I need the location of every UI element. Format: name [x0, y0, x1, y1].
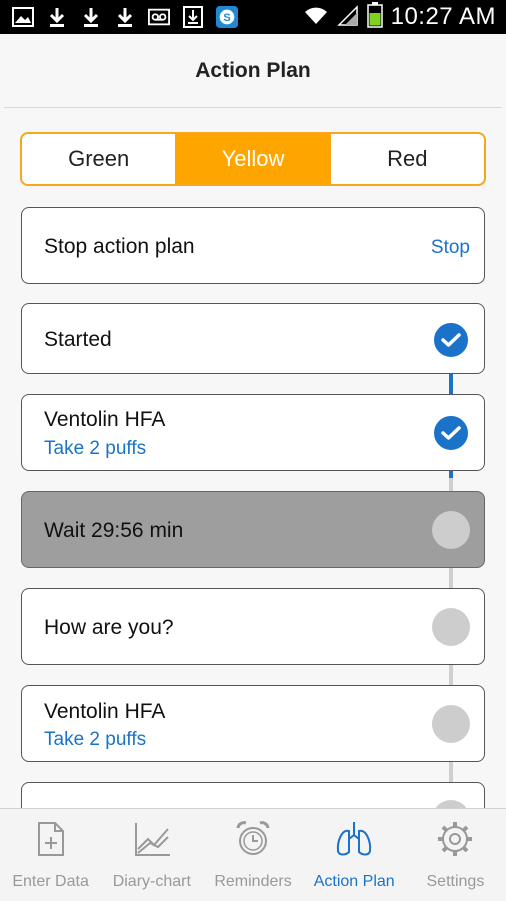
page-title: Action Plan	[195, 59, 311, 82]
timeline-node	[432, 705, 470, 743]
timeline-node	[432, 608, 470, 646]
check-icon	[432, 414, 470, 452]
step-title: Started	[44, 328, 112, 351]
step-subtitle: Take 2 puffs	[44, 729, 147, 750]
tab-label: Settings	[426, 873, 485, 890]
notification-icons: S	[12, 6, 238, 28]
header-divider	[4, 107, 502, 108]
tab-settings[interactable]: Settings	[405, 809, 506, 901]
step-subtitle: Take 2 puffs	[44, 438, 147, 459]
stop-action-plan-card: Stop action plan Stop	[21, 207, 485, 284]
download-box-icon	[182, 6, 204, 28]
status-bar: S 10:27 AM	[0, 0, 506, 34]
tab-reminders[interactable]: Reminders	[202, 809, 303, 901]
bottom-navigation: Enter Data Diary-chart Reminders Action …	[0, 808, 506, 901]
stop-button[interactable]: Stop	[431, 237, 470, 259]
voicemail-icon	[148, 6, 170, 28]
tab-label: Enter Data	[12, 873, 89, 890]
download-icon	[114, 6, 136, 28]
step-card[interactable]: Ventolin HFA Take 2 puffs	[21, 394, 485, 471]
clock-time: 10:27 AM	[390, 3, 496, 30]
battery-icon	[366, 1, 383, 33]
step-card[interactable]: How are you?	[21, 588, 485, 665]
step-card[interactable]: Started	[21, 303, 485, 374]
wait-timer: Wait 29:56 min	[44, 519, 184, 542]
gear-icon	[435, 819, 475, 859]
zone-yellow-tab[interactable]: Yellow	[175, 134, 330, 184]
step-card[interactable]: Ventolin HFA Take 2 puffs	[21, 685, 485, 762]
zone-green-tab[interactable]: Green	[22, 134, 175, 184]
stop-card-label: Stop action plan	[44, 235, 195, 258]
tab-label: Diary-chart	[112, 873, 191, 890]
tab-label: Reminders	[214, 873, 292, 890]
zone-selector: Green Yellow Red	[20, 132, 486, 186]
tab-action-plan[interactable]: Action Plan	[304, 809, 405, 901]
step-title: How are you?	[44, 616, 174, 639]
download-icon	[46, 6, 68, 28]
signal-icon	[336, 4, 359, 31]
alarm-clock-icon	[233, 819, 273, 859]
lungs-icon	[334, 819, 374, 859]
step-card-current[interactable]: Wait 29:56 min	[21, 491, 485, 568]
svg-text:S: S	[223, 12, 230, 24]
download-icon	[80, 6, 102, 28]
tab-diary-chart[interactable]: Diary-chart	[101, 809, 202, 901]
step-title: Ventolin HFA	[44, 408, 166, 431]
zone-red-tab[interactable]: Red	[329, 134, 484, 184]
tab-enter-data[interactable]: Enter Data	[0, 809, 101, 901]
wifi-icon	[303, 5, 329, 30]
check-icon	[432, 321, 470, 359]
tab-label: Action Plan	[313, 873, 395, 890]
app-header: Action Plan	[0, 34, 506, 108]
timeline-node	[432, 511, 470, 549]
step-title: Ventolin HFA	[44, 700, 166, 723]
chart-icon	[132, 819, 172, 859]
skype-icon: S	[216, 6, 238, 28]
document-add-icon	[31, 819, 71, 859]
system-status: 10:27 AM	[303, 1, 496, 33]
image-icon	[12, 6, 34, 28]
